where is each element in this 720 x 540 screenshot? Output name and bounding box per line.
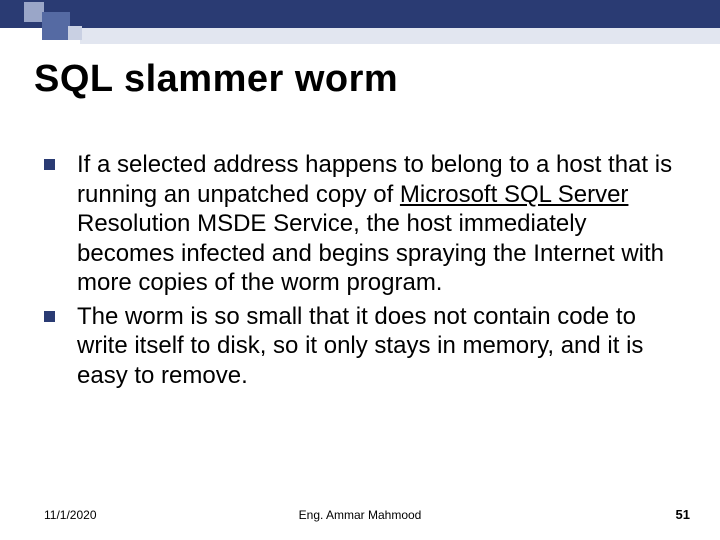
decor-square-light <box>24 2 44 22</box>
decor-square-small <box>68 26 82 40</box>
slide: SQL slammer worm If a selected address h… <box>0 0 720 540</box>
text-underlined: Microsoft SQL Server <box>400 181 629 208</box>
list-item: If a selected address happens to belong … <box>44 150 684 298</box>
bullet-text: The worm is so small that it does not co… <box>77 302 684 391</box>
top-dark-bar <box>0 0 720 28</box>
footer-author: Eng. Ammar Mahmood <box>0 508 720 522</box>
bullet-text: If a selected address happens to belong … <box>77 150 684 298</box>
top-decoration <box>0 0 720 44</box>
footer-page-number: 51 <box>676 507 690 522</box>
decor-square-medium <box>42 12 70 40</box>
slide-title: SQL slammer worm <box>34 58 398 101</box>
text-segment: The worm is so small that it does not co… <box>77 303 643 389</box>
text-segment: Resolution MSDE Service, the host immedi… <box>77 210 664 296</box>
top-light-bar <box>80 28 720 44</box>
square-bullet-icon <box>44 311 55 322</box>
square-bullet-icon <box>44 159 55 170</box>
list-item: The worm is so small that it does not co… <box>44 302 684 391</box>
slide-body: If a selected address happens to belong … <box>44 150 684 394</box>
